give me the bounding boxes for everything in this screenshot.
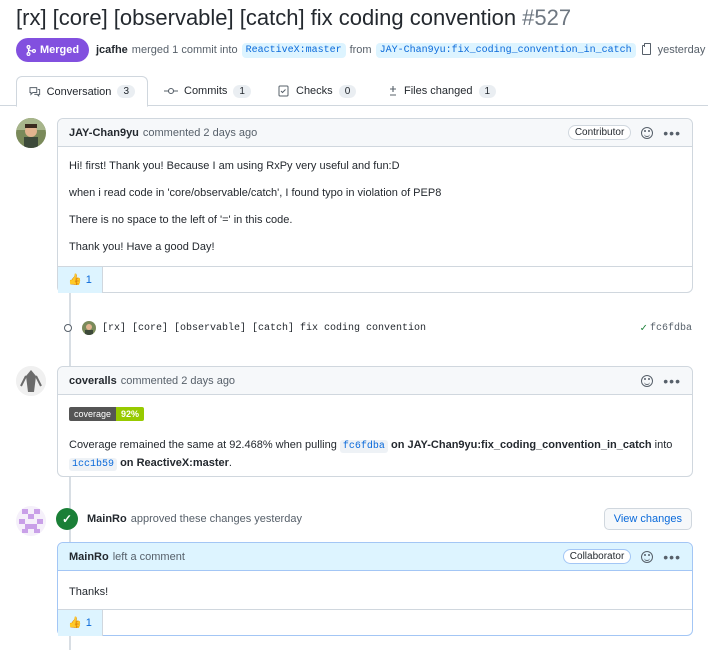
base-ref: on ReactiveX:master [120,457,229,469]
comment-timestamp[interactable]: commented 2 days ago [121,375,235,387]
avatar[interactable] [16,118,46,148]
smiley-icon[interactable] [641,550,654,563]
tab-files-changed[interactable]: Files changed 1 [376,76,508,106]
comment-author[interactable]: MainRo [69,551,109,563]
comment-card: JAY-Chan9yu commented 2 days ago Contrib… [57,118,693,293]
check-icon: ✓ [640,323,647,335]
comment-paragraph: Thank you! Have a good Day! [69,241,215,253]
kebab-icon[interactable]: ••• [663,374,681,388]
pr-meta: jcafhe merged 1 commit into ReactiveX:ma… [96,40,705,60]
commit-message[interactable]: [rx] [core] [observable] [catch] fix cod… [102,323,426,334]
avatar[interactable] [16,506,46,536]
comment-discussion-icon [29,87,41,97]
head-ref: on JAY-Chan9yu:fix_coding_convention_in_… [390,439,652,451]
comment-header: coveralls commented 2 days ago ••• [58,367,692,395]
timeline-line [69,635,71,650]
coverage-text-part: into [654,439,673,451]
git-commit-icon [164,87,178,95]
page-title: [rx] [core] [observable] [catch] fix cod… [16,5,571,31]
coverage-text: Coverage remained the same at 92.468% wh… [69,437,681,473]
state-label: Merged [39,44,80,56]
badge-label: coverage [69,407,117,421]
coverage-badge[interactable]: coverage 92% [69,407,145,421]
reactions-bar: 👍 1 [58,609,692,636]
thumbs-up-icon: 👍 [68,617,82,629]
comment-author[interactable]: JAY-Chan9yu [69,127,139,139]
reaction-count: 1 [85,273,92,286]
comment-paragraph: when i read code in 'core/observable/cat… [69,187,442,199]
tab-label: Checks [296,85,333,97]
avatar[interactable] [82,321,96,335]
tab-label: Conversation [46,85,112,98]
pr-title: [rx] [core] [observable] [catch] fix cod… [16,5,517,30]
pr-number: #527 [522,5,572,30]
commit-sha-link[interactable]: ✓ fc6fdba [640,321,692,336]
sha-link[interactable]: fc6fdba [339,440,388,453]
comment-author[interactable]: coveralls [69,375,117,387]
kebab-icon[interactable]: ••• [663,550,681,564]
comment-timestamp[interactable]: commented 2 days ago [143,127,257,139]
sha-link[interactable]: 1cc1b59 [69,458,118,471]
commit-sha: fc6fdba [649,322,692,334]
tab-counter: 0 [338,84,357,98]
base-branch[interactable]: ReactiveX:master [241,42,346,58]
comment-paragraph: Hi! first! Thank you! Because I am using… [69,160,400,172]
comment-timestamp: left a comment [112,550,185,563]
avatar[interactable] [16,366,46,396]
thumbs-up-reaction[interactable]: 👍 1 [58,266,103,293]
head-branch[interactable]: JAY-Chan9yu:fix_coding_convention_in_cat… [375,42,636,58]
checklist-icon [278,85,289,97]
tab-counter: 1 [478,84,497,98]
commit-row: [rx] [core] [observable] [catch] fix cod… [60,318,692,338]
from-text: from [349,44,372,56]
tab-label: Files changed [404,85,473,97]
role-badge: Collaborator [562,549,632,564]
merger-link[interactable]: jcafhe [96,44,128,56]
smiley-icon[interactable] [641,374,654,387]
reaction-count: 1 [85,616,92,629]
reactions-bar: 👍 1 [58,266,692,293]
pr-tabs: Conversation 3 Commits 1 Checks 0 Files … [0,76,708,107]
tab-label: Commits [184,85,228,97]
comment-body: coverage 92% Coverage remained the same … [58,395,692,485]
coverage-text-part: Coverage remained the same at 92.468% wh… [69,439,337,451]
merged-text: merged 1 commit into [131,44,238,56]
coverage-text-part: . [228,457,232,469]
check-circle-icon: ✓ [56,508,78,530]
role-badge: Contributor [567,125,632,140]
tab-counter: 3 [117,85,135,98]
comment-card: MainRo left a comment Collaborator ••• T… [57,542,693,636]
tab-commits[interactable]: Commits 1 [152,76,263,106]
view-changes-button[interactable]: View changes [603,508,692,530]
comment-body: Hi! first! Thank you! Because I am using… [58,147,692,279]
comment-header: JAY-Chan9yu commented 2 days ago Contrib… [58,119,692,147]
smiley-icon[interactable] [641,126,654,139]
copy-icon[interactable] [641,43,651,55]
comment-paragraph: Thanks! [69,586,109,598]
thumbs-up-icon: 👍 [68,274,82,286]
review-event: ✓ MainRo approved these changes yesterda… [56,506,692,532]
merged-time: yesterday [657,44,706,56]
kebab-icon[interactable]: ••• [663,126,681,140]
file-diff-icon [390,86,396,96]
tab-counter: 1 [233,84,251,98]
reviewer-name[interactable]: MainRo [87,513,127,525]
git-commit-icon [64,324,72,332]
review-text: approved these changes yesterday [130,513,302,525]
thumbs-up-reaction[interactable]: 👍 1 [58,609,103,636]
badge-value: 92% [116,407,145,421]
tab-conversation[interactable]: Conversation 3 [16,76,148,107]
git-merge-icon [26,44,36,56]
comment-header: MainRo left a comment Collaborator ••• [58,543,692,571]
tab-checks[interactable]: Checks 0 [266,76,368,106]
merged-state-badge: Merged [16,38,89,62]
comment-paragraph: There is no space to the left of '=' in … [69,214,293,226]
comment-card: coveralls commented 2 days ago ••• cover… [57,366,693,477]
